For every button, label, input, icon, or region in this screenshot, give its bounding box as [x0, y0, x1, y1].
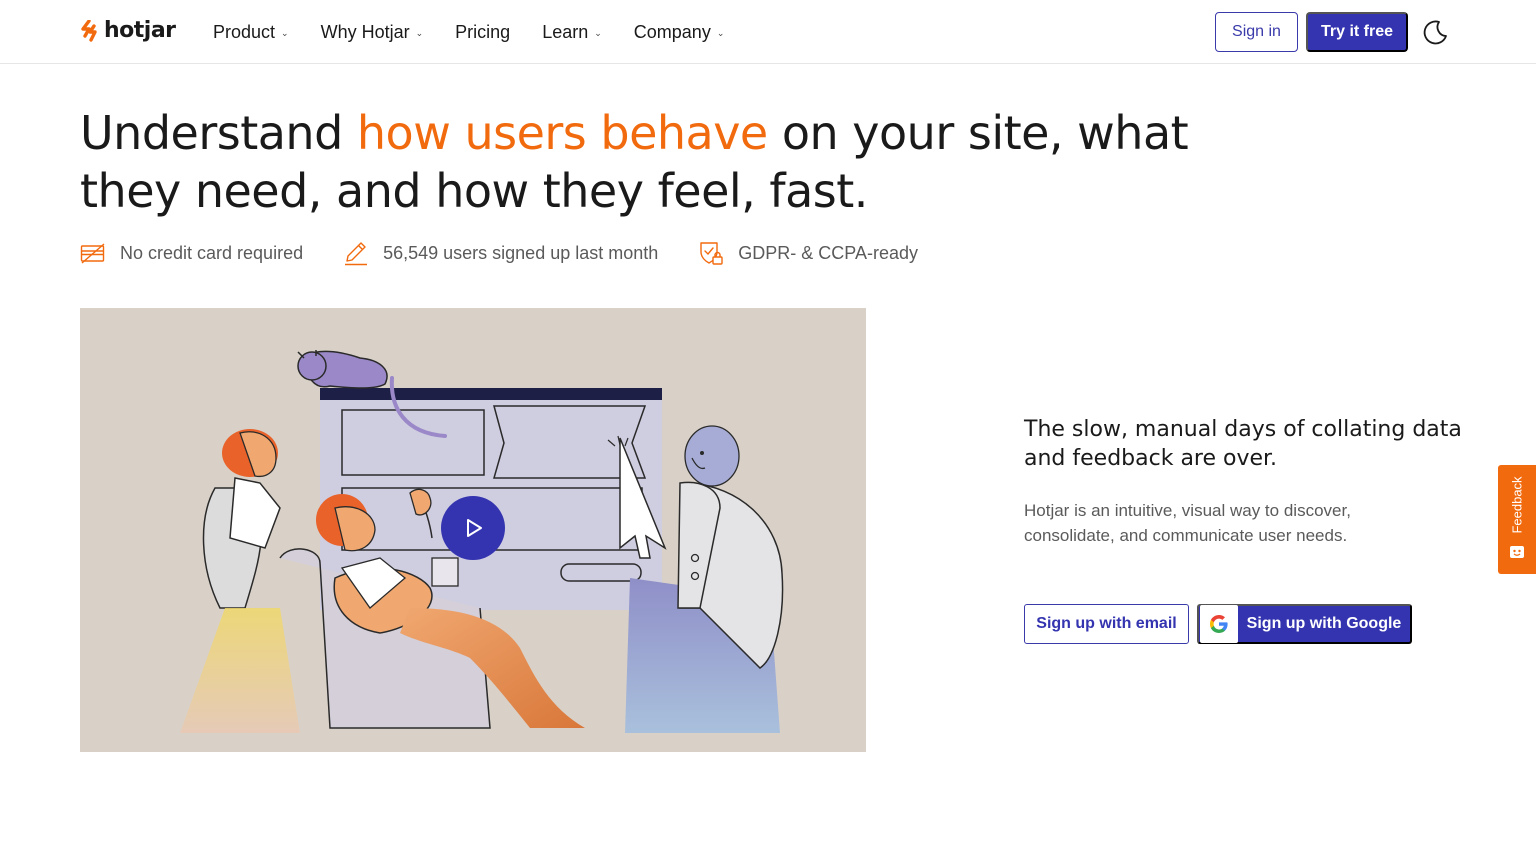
- cta-subheading: The slow, manual days of collating data …: [1024, 417, 1462, 471]
- google-icon: [1210, 615, 1228, 633]
- chevron-down-icon: ⌄: [594, 27, 602, 38]
- moon-icon[interactable]: [1422, 18, 1450, 46]
- nav-item-learn[interactable]: Learn ⌄: [542, 20, 602, 44]
- chevron-down-icon: ⌄: [281, 27, 289, 38]
- try-it-free-button[interactable]: Try it free: [1306, 12, 1408, 52]
- feedback-face-icon: [1510, 546, 1524, 558]
- logo-wordmark: hotjar: [104, 18, 176, 43]
- nav-item-pricing[interactable]: Pricing: [455, 20, 510, 44]
- main-nav: Product ⌄ Why Hotjar ⌄ Pricing Learn ⌄ C…: [213, 20, 724, 44]
- headline-accent: how users behave: [356, 106, 768, 160]
- nav-item-label: Product: [213, 21, 276, 42]
- nav-item-label: Why Hotjar: [320, 21, 410, 42]
- perk-item: 56,549 users signed up last month: [343, 240, 658, 266]
- perk-item: GDPR- & CCPA-ready: [698, 240, 918, 266]
- hotjar-logo-icon: [81, 19, 97, 42]
- chevron-down-icon: ⌄: [415, 27, 424, 38]
- cta-description: Hotjar is an intuitive, visual way to di…: [1024, 501, 1351, 545]
- google-button-label: Sign up with Google: [1246, 615, 1402, 632]
- product-video-thumbnail[interactable]: [80, 308, 866, 752]
- hero-headline: Understand how users behave on your site…: [80, 104, 1200, 220]
- nav-item-label: Pricing: [455, 21, 511, 42]
- feedback-tab[interactable]: Feedback: [1498, 465, 1536, 574]
- feedback-label: Feedback: [1509, 476, 1525, 534]
- perk-item: No credit card required: [80, 240, 303, 266]
- nav-item-label: Company: [633, 21, 711, 42]
- nav-item-label: Learn: [542, 21, 589, 42]
- perks-row: No credit card required 56,549 users sig…: [80, 240, 918, 266]
- chevron-down-icon: ⌄: [716, 27, 725, 38]
- play-button[interactable]: [441, 496, 505, 560]
- perk-text: No credit card required: [120, 242, 304, 263]
- shield-lock-icon: [700, 242, 723, 265]
- google-logo-container: [1200, 605, 1238, 643]
- nav-item-product[interactable]: Product ⌄: [213, 20, 289, 44]
- nav-item-company[interactable]: Company ⌄: [634, 20, 725, 44]
- sign-up-google-button[interactable]: Sign up with Google: [1197, 604, 1412, 644]
- headline-part: Understand: [80, 106, 357, 160]
- perk-text: 56,549 users signed up last month: [383, 242, 659, 263]
- site-header: hotjar Product ⌄ Why Hotjar ⌄ Pricing Le…: [0, 0, 1536, 64]
- pencil-icon: [345, 242, 368, 266]
- perk-text: GDPR- & CCPA-ready: [738, 242, 918, 263]
- hotjar-logo[interactable]: hotjar: [80, 18, 176, 43]
- nav-item-why-hotjar[interactable]: Why Hotjar ⌄: [321, 20, 424, 44]
- play-icon: [467, 519, 482, 537]
- sign-in-button[interactable]: Sign in: [1215, 12, 1298, 52]
- credit-card-crossed-icon: [80, 243, 105, 264]
- sign-up-email-button[interactable]: Sign up with email: [1024, 604, 1189, 644]
